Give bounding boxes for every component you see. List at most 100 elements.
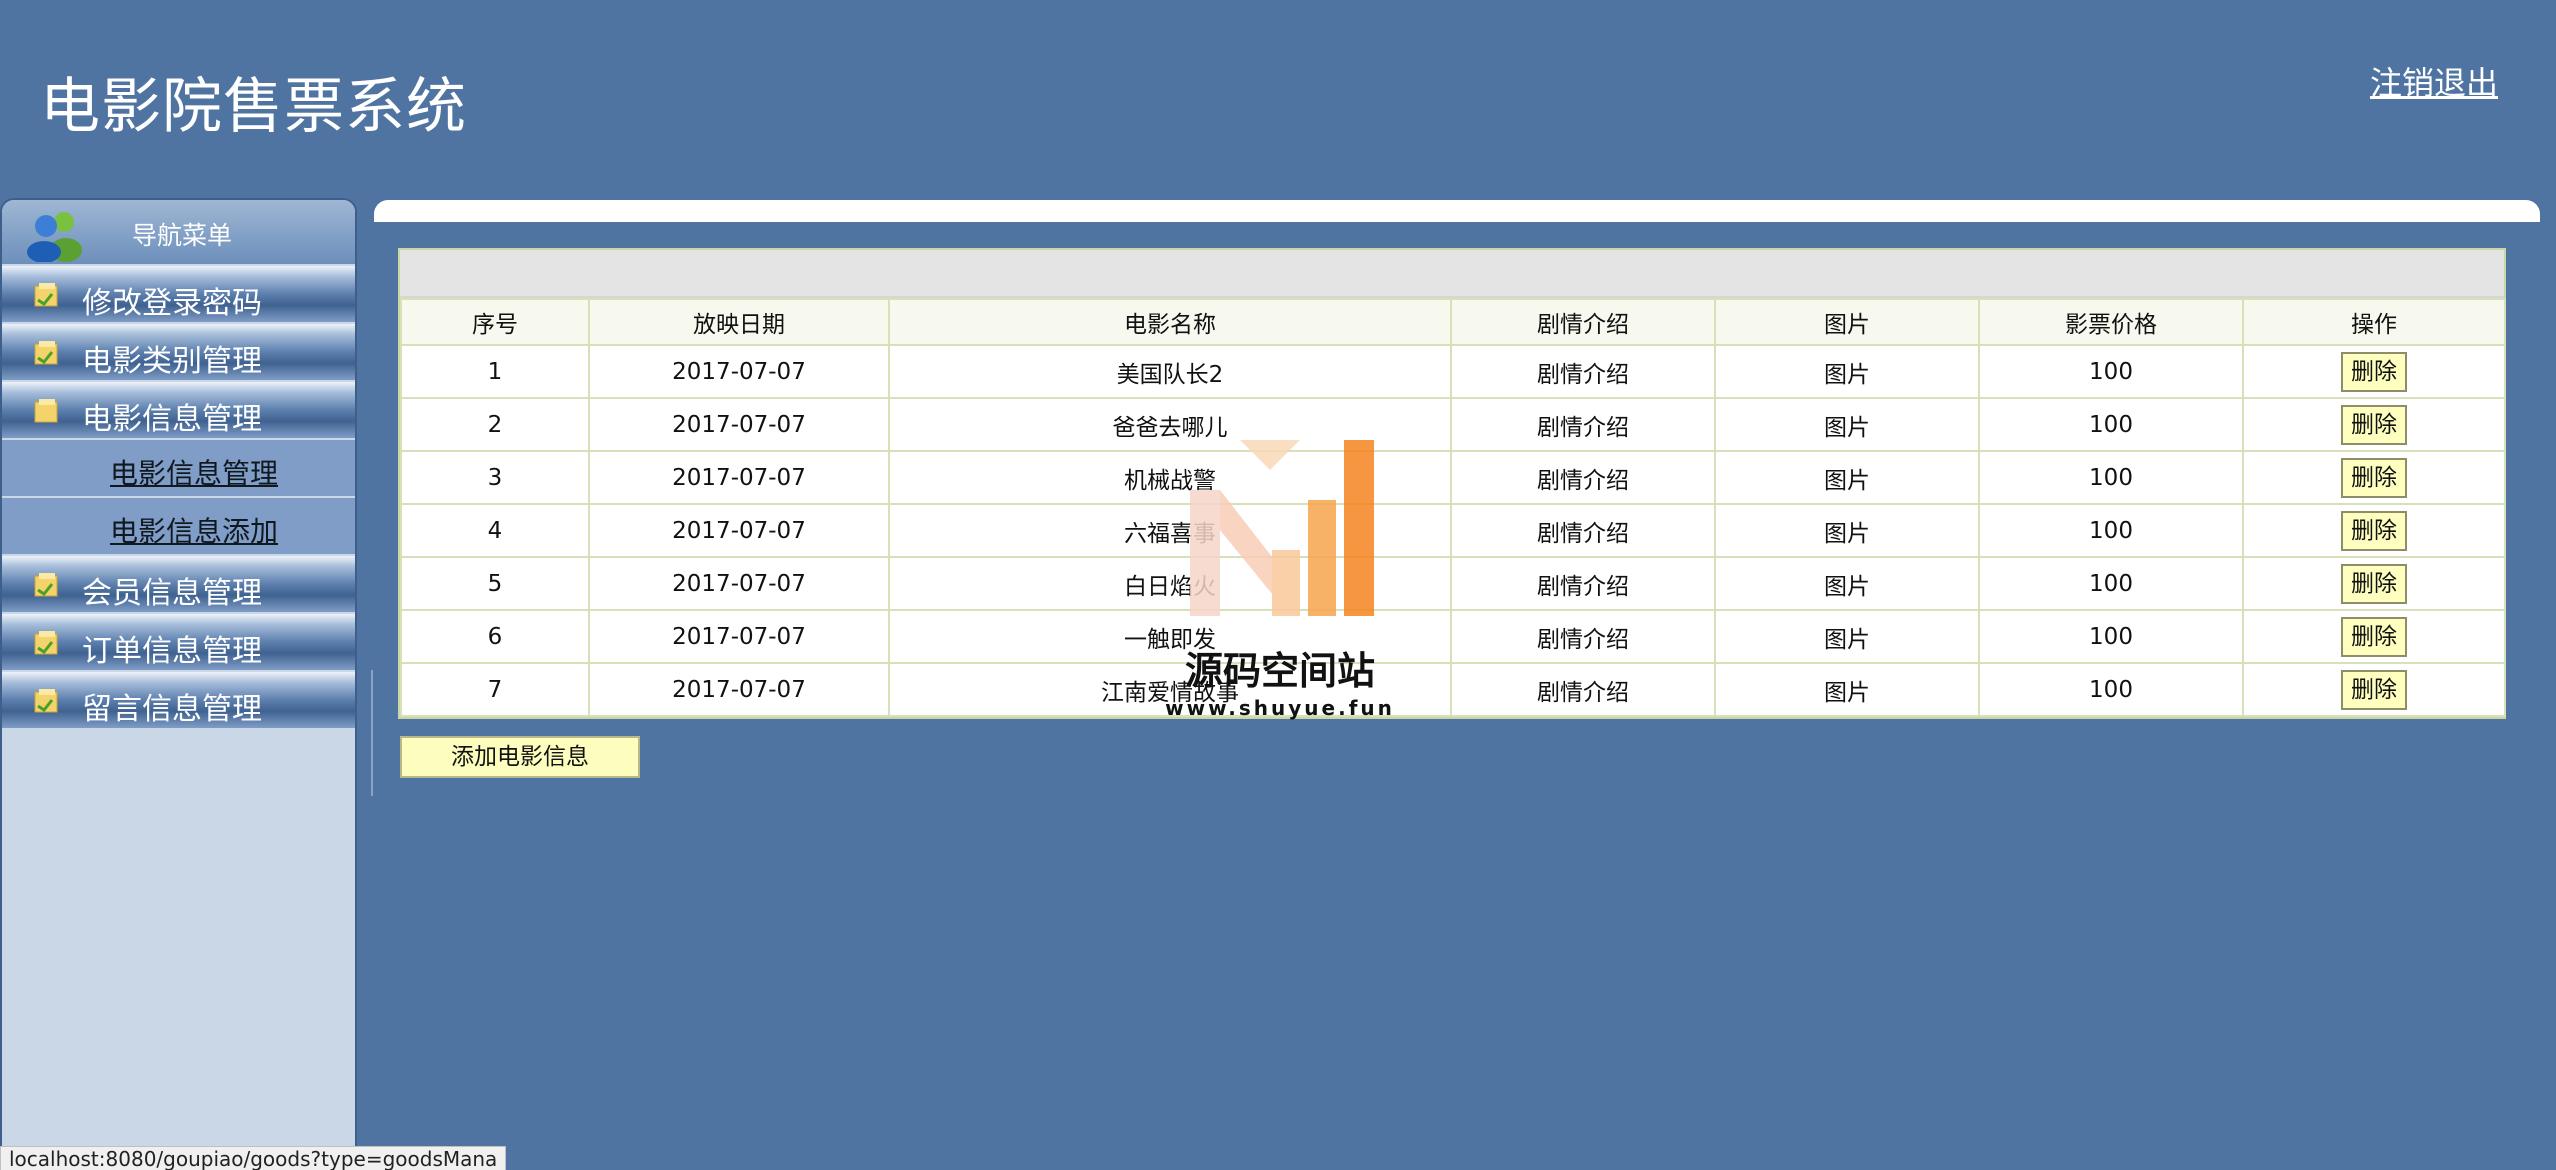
delete-button[interactable]: 删除 bbox=[2341, 669, 2407, 710]
folder-icon bbox=[34, 399, 58, 423]
submenu-label[interactable]: 电影信息管理 bbox=[110, 452, 278, 492]
cell-action: 删除 bbox=[2242, 503, 2506, 558]
table-row: 3 2017-07-07 机械战警 剧情介绍 图片 100 删除 bbox=[400, 450, 2506, 505]
cell-name: 机械战警 bbox=[888, 450, 1452, 505]
delete-button[interactable]: 删除 bbox=[2341, 404, 2407, 445]
cell-id: 3 bbox=[400, 450, 590, 505]
cell-date: 2017-07-07 bbox=[588, 450, 890, 505]
cell-price: 100 bbox=[1978, 503, 2244, 558]
cell-plot-link[interactable]: 剧情介绍 bbox=[1450, 503, 1716, 558]
column-header: 操作 bbox=[2242, 298, 2506, 346]
folder-add-icon bbox=[34, 283, 58, 307]
column-header: 放映日期 bbox=[588, 298, 890, 346]
sidebar-edge bbox=[357, 670, 373, 796]
add-movie-button[interactable]: 添加电影信息 bbox=[400, 736, 640, 778]
cell-name: 六福喜事 bbox=[888, 503, 1452, 558]
menu-item-message-management[interactable]: 留言信息管理 bbox=[2, 672, 355, 728]
menu-label: 留言信息管理 bbox=[82, 692, 262, 727]
table-row: 1 2017-07-07 美国队长2 剧情介绍 图片 100 删除 bbox=[400, 344, 2506, 399]
cell-name: 一触即发 bbox=[888, 609, 1452, 664]
column-header: 电影名称 bbox=[888, 298, 1452, 346]
cell-price: 100 bbox=[1978, 344, 2244, 399]
sidebar-header-label: 导航菜单 bbox=[132, 221, 233, 250]
cell-date: 2017-07-07 bbox=[588, 556, 890, 611]
cell-image-link[interactable]: 图片 bbox=[1714, 662, 1980, 717]
cell-action: 删除 bbox=[2242, 344, 2506, 399]
delete-button[interactable]: 删除 bbox=[2341, 457, 2407, 498]
cell-image-link[interactable]: 图片 bbox=[1714, 503, 1980, 558]
cell-action: 删除 bbox=[2242, 450, 2506, 505]
cell-name: 江南爱情故事 bbox=[888, 662, 1452, 717]
menu-item-change-password[interactable]: 修改登录密码 bbox=[2, 266, 355, 322]
column-header: 图片 bbox=[1714, 298, 1980, 346]
cell-plot-link[interactable]: 剧情介绍 bbox=[1450, 397, 1716, 452]
menu-item-order-management[interactable]: 订单信息管理 bbox=[2, 614, 355, 670]
column-header: 影票价格 bbox=[1978, 298, 2244, 346]
submenu-label[interactable]: 电影信息添加 bbox=[110, 510, 278, 550]
sidebar-header: 导航菜单 bbox=[2, 200, 355, 264]
cell-date: 2017-07-07 bbox=[588, 662, 890, 717]
cell-action: 删除 bbox=[2242, 556, 2506, 611]
cell-price: 100 bbox=[1978, 450, 2244, 505]
table-row: 6 2017-07-07 一触即发 剧情介绍 图片 100 删除 bbox=[400, 609, 2506, 664]
users-icon bbox=[27, 212, 82, 262]
folder-add-icon bbox=[34, 573, 58, 597]
cell-id: 1 bbox=[400, 344, 590, 399]
cell-date: 2017-07-07 bbox=[588, 609, 890, 664]
menu-label: 修改登录密码 bbox=[82, 286, 262, 321]
sidebar: 导航菜单 修改登录密码 电影类别管理 电影信息管理 电影信息管理 电影信息添加 bbox=[0, 198, 357, 1170]
cell-plot-link[interactable]: 剧情介绍 bbox=[1450, 344, 1716, 399]
cell-plot-link[interactable]: 剧情介绍 bbox=[1450, 609, 1716, 664]
menu-label: 电影信息管理 bbox=[82, 402, 262, 437]
cell-image-link[interactable]: 图片 bbox=[1714, 556, 1980, 611]
cell-image-link[interactable]: 图片 bbox=[1714, 344, 1980, 399]
table-header-row: 序号 放映日期 电影名称 剧情介绍 图片 影票价格 操作 bbox=[400, 298, 2506, 346]
cell-image-link[interactable]: 图片 bbox=[1714, 397, 1980, 452]
delete-button[interactable]: 删除 bbox=[2341, 563, 2407, 604]
delete-button[interactable]: 删除 bbox=[2341, 510, 2407, 551]
column-header: 序号 bbox=[400, 298, 590, 346]
cell-id: 6 bbox=[400, 609, 590, 664]
app-title: 电影院售票系统 bbox=[40, 72, 467, 142]
cell-image-link[interactable]: 图片 bbox=[1714, 609, 1980, 664]
cell-name: 美国队长2 bbox=[888, 344, 1452, 399]
cell-name: 爸爸去哪儿 bbox=[888, 397, 1452, 452]
cell-action: 删除 bbox=[2242, 662, 2506, 717]
submenu-item-movie-list[interactable]: 电影信息管理 bbox=[2, 440, 355, 496]
cell-image-link[interactable]: 图片 bbox=[1714, 450, 1980, 505]
cell-id: 4 bbox=[400, 503, 590, 558]
cell-date: 2017-07-07 bbox=[588, 397, 890, 452]
table-row: 5 2017-07-07 白日焰火 剧情介绍 图片 100 删除 bbox=[400, 556, 2506, 611]
table-row: 4 2017-07-07 六福喜事 剧情介绍 图片 100 删除 bbox=[400, 503, 2506, 558]
cell-date: 2017-07-07 bbox=[588, 503, 890, 558]
delete-button[interactable]: 删除 bbox=[2341, 351, 2407, 392]
table-row: 2 2017-07-07 爸爸去哪儿 剧情介绍 图片 100 删除 bbox=[400, 397, 2506, 452]
delete-button[interactable]: 删除 bbox=[2341, 616, 2407, 657]
menu-label: 订单信息管理 bbox=[82, 634, 262, 669]
cell-price: 100 bbox=[1978, 556, 2244, 611]
cell-id: 2 bbox=[400, 397, 590, 452]
menu-label: 会员信息管理 bbox=[82, 576, 262, 611]
folder-add-icon bbox=[34, 341, 58, 365]
logout-link[interactable]: 注销退出 bbox=[2370, 58, 2498, 104]
cell-id: 7 bbox=[400, 662, 590, 717]
cell-plot-link[interactable]: 剧情介绍 bbox=[1450, 556, 1716, 611]
menu-item-member-management[interactable]: 会员信息管理 bbox=[2, 556, 355, 612]
movie-table-panel: 序号 放映日期 电影名称 剧情介绍 图片 影票价格 操作 1 2017-07-0… bbox=[398, 248, 2506, 719]
table-caption-bar bbox=[400, 250, 2504, 298]
cell-action: 删除 bbox=[2242, 609, 2506, 664]
folder-add-icon bbox=[34, 689, 58, 713]
cell-price: 100 bbox=[1978, 397, 2244, 452]
menu-item-movie-management[interactable]: 电影信息管理 bbox=[2, 382, 355, 438]
movie-table: 序号 放映日期 电影名称 剧情介绍 图片 影票价格 操作 1 2017-07-0… bbox=[400, 298, 2506, 717]
cell-name: 白日焰火 bbox=[888, 556, 1452, 611]
cell-date: 2017-07-07 bbox=[588, 344, 890, 399]
main-topbar bbox=[374, 200, 2540, 222]
status-bar-url: localhost:8080/goupiao/goods?type=goodsM… bbox=[0, 1146, 507, 1170]
submenu-item-movie-add[interactable]: 电影信息添加 bbox=[2, 498, 355, 554]
cell-plot-link[interactable]: 剧情介绍 bbox=[1450, 450, 1716, 505]
column-header: 剧情介绍 bbox=[1450, 298, 1716, 346]
menu-item-category-management[interactable]: 电影类别管理 bbox=[2, 324, 355, 380]
cell-action: 删除 bbox=[2242, 397, 2506, 452]
cell-plot-link[interactable]: 剧情介绍 bbox=[1450, 662, 1716, 717]
